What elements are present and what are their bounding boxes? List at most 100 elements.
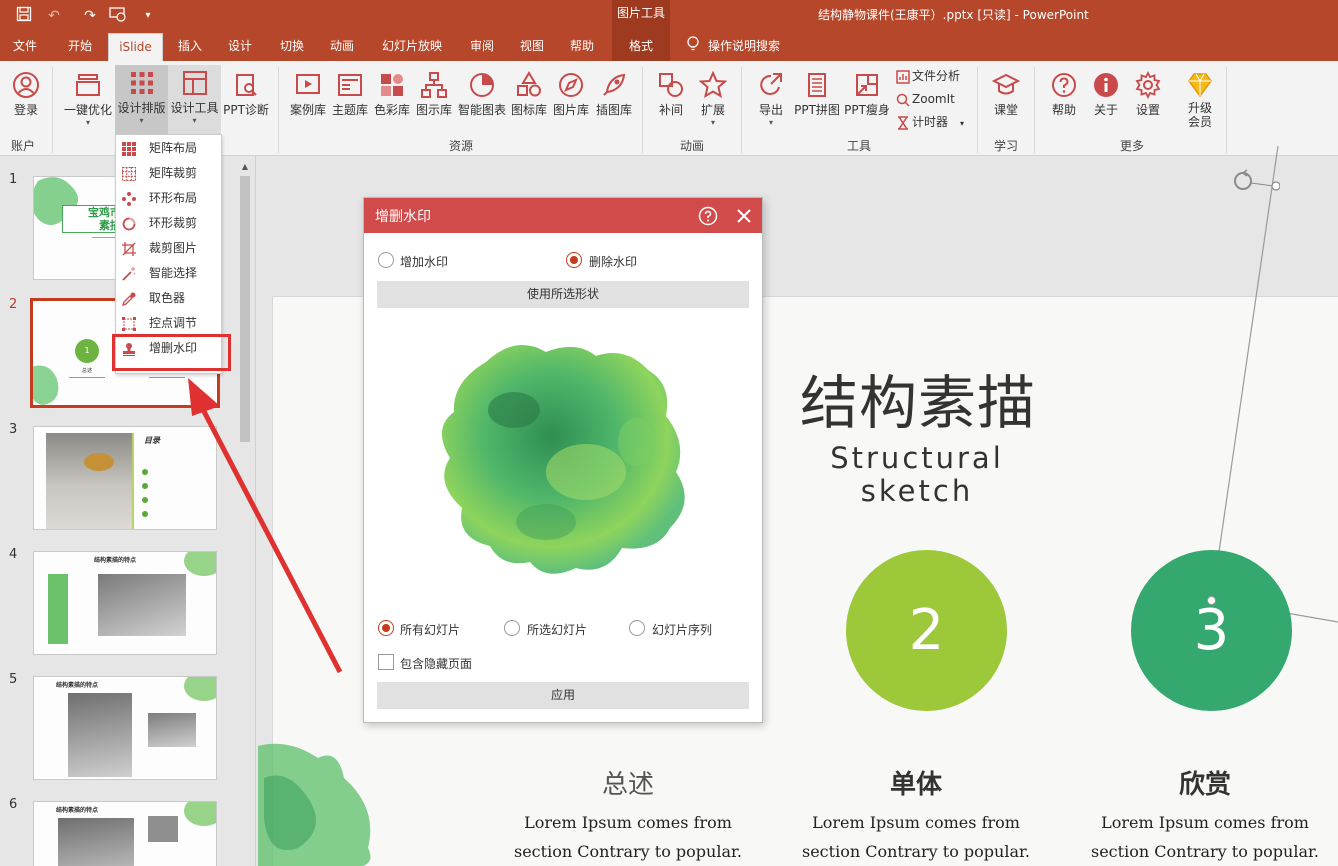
- slide-sequence-radio[interactable]: [629, 620, 645, 636]
- illustration-library-button[interactable]: 插图库: [593, 67, 635, 137]
- thumb-bullet-dot: [142, 497, 148, 503]
- watermark-preview-image: [441, 344, 685, 574]
- compress-icon: [856, 74, 878, 96]
- menu-item-matrix-crop[interactable]: 矩阵裁剪: [116, 161, 221, 186]
- rotate-handle-icon[interactable]: [1230, 168, 1280, 198]
- design-layout-button[interactable]: 设计排版 ▾: [115, 65, 168, 137]
- ppt-diagnose-button[interactable]: PPT诊断: [222, 67, 270, 137]
- redo-icon[interactable]: ↷: [80, 6, 100, 26]
- slide-number: 5: [9, 672, 18, 687]
- theme-library-button[interactable]: 主题库: [329, 67, 371, 137]
- color-library-label: 色彩库: [373, 103, 410, 117]
- apply-button[interactable]: 应用: [377, 682, 749, 709]
- ppt-slim-button[interactable]: PPT瘦身: [843, 67, 891, 137]
- diagram-library-button[interactable]: 图示库: [413, 67, 455, 137]
- menu-item-smart-select[interactable]: 智能选择: [116, 261, 221, 286]
- slide-subtitle-line: Structural: [830, 441, 1004, 475]
- help-label: 帮助: [1051, 103, 1076, 117]
- tab-animations[interactable]: 动画: [320, 33, 364, 61]
- login-button[interactable]: 登录: [6, 67, 46, 137]
- chevron-down-icon: ▾: [192, 116, 197, 125]
- gear-icon: [1135, 71, 1161, 99]
- slide-thumbnail-6[interactable]: 结构素描的特点: [33, 801, 217, 866]
- tab-islide[interactable]: iSlide: [108, 33, 163, 61]
- export-button[interactable]: 导出 ▾: [751, 67, 791, 137]
- tell-me-search[interactable]: 操作说明搜索: [686, 33, 796, 61]
- user-icon: [13, 72, 39, 98]
- hierarchy-icon: [421, 72, 447, 98]
- case-library-label: 案例库: [289, 103, 326, 117]
- undo-icon[interactable]: ↶: [44, 6, 64, 26]
- tab-review[interactable]: 审阅: [460, 33, 504, 61]
- pie-chart-icon: [470, 73, 494, 97]
- menu-item-ring-crop[interactable]: 环形裁剪: [116, 211, 221, 236]
- selected-slides-radio[interactable]: [504, 620, 520, 636]
- menu-item-ring-layout[interactable]: 环形布局: [116, 186, 221, 211]
- menu-item-matrix-layout[interactable]: 矩阵布局: [116, 136, 221, 161]
- remove-watermark-label: 删除水印: [589, 255, 638, 269]
- tab-help[interactable]: 帮助: [560, 33, 604, 61]
- diamond-icon: [1188, 73, 1212, 98]
- about-button[interactable]: 关于: [1086, 67, 1126, 137]
- smart-chart-button[interactable]: 智能图表: [455, 67, 509, 137]
- close-icon[interactable]: [736, 208, 752, 224]
- remove-watermark-radio[interactable]: [566, 252, 582, 268]
- document-stack-icon: [808, 73, 826, 97]
- tab-view[interactable]: 视图: [510, 33, 554, 61]
- ppt-puzzle-button[interactable]: PPT拼图: [793, 67, 841, 137]
- one-click-optimize-button[interactable]: 一键优化 ▾: [62, 67, 114, 137]
- zoomit-button[interactable]: ZoomIt: [896, 88, 955, 110]
- file-analysis-button[interactable]: 文件分析: [896, 65, 960, 87]
- ppt-slim-label: PPT瘦身: [844, 103, 890, 117]
- menu-item-color-picker[interactable]: 取色器: [116, 286, 221, 311]
- clipboard-search-icon: [236, 74, 257, 96]
- timer-button[interactable]: 计时器 ▾: [896, 111, 964, 133]
- icon-library-button[interactable]: 图标库: [509, 67, 549, 137]
- save-icon[interactable]: [14, 6, 34, 26]
- theme-library-label: 主题库: [331, 103, 368, 117]
- scroll-up-arrow-icon[interactable]: ▲: [238, 160, 252, 174]
- ppt-diagnose-label: PPT诊断: [223, 103, 269, 117]
- group-separator: [52, 67, 53, 153]
- classroom-button[interactable]: 课堂: [986, 67, 1026, 137]
- tween-button[interactable]: 补间: [651, 67, 691, 137]
- guide-line-decoration: [1207, 146, 1338, 623]
- lightbulb-icon: [686, 35, 700, 51]
- tab-insert[interactable]: 插入: [168, 33, 212, 61]
- tab-slideshow[interactable]: 幻灯片放映: [372, 33, 452, 61]
- slide-thumbnail-5[interactable]: 结构素描的特点: [33, 676, 217, 780]
- tab-file[interactable]: 文件: [4, 33, 46, 61]
- group-account-label: 账户: [10, 139, 35, 153]
- image-library-button[interactable]: 图片库: [550, 67, 592, 137]
- menu-item-label: 环形布局: [149, 191, 198, 205]
- menu-item-handle-adjust[interactable]: 控点调节: [116, 311, 221, 336]
- upgrade-member-button[interactable]: 升级会员: [1180, 67, 1220, 137]
- thumb-sketch-image: [58, 818, 134, 866]
- tab-design[interactable]: 设计: [218, 33, 262, 61]
- help-button[interactable]: 帮助: [1044, 67, 1084, 137]
- about-label: 关于: [1093, 103, 1118, 117]
- use-selected-shape-button[interactable]: 使用所选形状: [377, 281, 749, 308]
- customize-toolbar-icon[interactable]: ▾: [138, 6, 158, 26]
- color-library-button[interactable]: 色彩库: [371, 67, 413, 137]
- menu-item-crop-image[interactable]: 裁剪图片: [116, 236, 221, 261]
- extend-button[interactable]: 扩展 ▾: [693, 67, 733, 137]
- group-animation-label: 动画: [679, 139, 704, 153]
- all-slides-radio[interactable]: [378, 620, 394, 636]
- case-library-button[interactable]: 案例库: [287, 67, 329, 137]
- include-hidden-checkbox[interactable]: [378, 654, 394, 670]
- thumb-sketch-image: [68, 693, 132, 777]
- tab-transitions[interactable]: 切换: [270, 33, 314, 61]
- help-icon[interactable]: [698, 206, 718, 226]
- tab-home[interactable]: 开始: [58, 33, 102, 61]
- design-tools-button[interactable]: 设计工具 ▾: [168, 65, 221, 137]
- menu-item-label: 矩阵布局: [149, 141, 198, 155]
- file-analysis-icon: [896, 69, 910, 84]
- settings-button[interactable]: 设置: [1128, 67, 1168, 137]
- grid-dots-icon: [130, 72, 153, 94]
- add-watermark-radio[interactable]: [378, 252, 394, 268]
- thumb-circle: 1: [75, 339, 99, 363]
- slideshow-from-start-icon[interactable]: [108, 6, 128, 26]
- tab-format[interactable]: 格式: [612, 33, 670, 61]
- group-separator: [278, 67, 279, 153]
